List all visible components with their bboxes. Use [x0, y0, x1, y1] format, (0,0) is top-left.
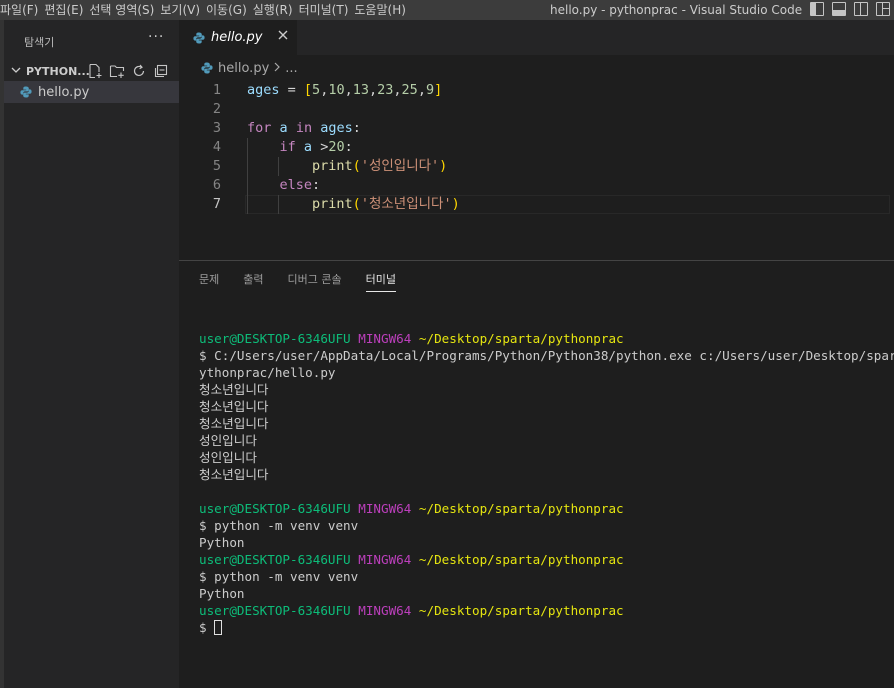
tab-terminal[interactable]: 터미널 [365, 271, 396, 292]
folder-actions [87, 63, 169, 79]
toggle-sidebar-icon[interactable] [810, 2, 824, 16]
terminal-output-line: 청소년입니다 [199, 399, 269, 414]
chevron-right-icon [273, 61, 281, 75]
code-line-7: 7 print('청소년입니다') [179, 195, 894, 214]
tab-output[interactable]: 출력 [243, 271, 263, 292]
menu-edit[interactable]: 편집(E) [44, 0, 89, 20]
python-file-icon [20, 86, 32, 98]
terminal-prompt: user@DESKTOP-6346UFU MINGW64 ~/Desktop/s… [199, 331, 624, 346]
file-item-hello-py[interactable]: hello.py [4, 81, 179, 103]
activity-bar-edge [0, 20, 4, 688]
terminal-command: $ python -m venv venv [199, 518, 359, 533]
terminal-output-line: 성인입니다 [199, 433, 257, 448]
code-line-3: 3 for a in ages: [179, 119, 894, 138]
editor-tab-bar: hello.py [179, 20, 894, 55]
breadcrumb-symbols[interactable]: ... [285, 61, 297, 76]
new-file-icon[interactable] [87, 63, 103, 79]
menu-view[interactable]: 보기(V) [160, 0, 206, 20]
line-number: 1 [212, 82, 221, 98]
terminal-output-line: 청소년입니다 [199, 382, 269, 397]
code-text: print('청소년입니다') [312, 196, 460, 212]
title-bar: 파일(F) 편집(E) 선택 영역(S) 보기(V) 이동(G) 실행(R) 터… [0, 0, 894, 20]
explorer-title: 탐색기 [24, 36, 55, 49]
breadcrumb: hello.py ... [179, 55, 894, 81]
close-icon[interactable] [277, 29, 289, 45]
menu-file[interactable]: 파일(F) [0, 0, 44, 20]
terminal-cursor [214, 620, 223, 635]
terminal-output-line: Python [199, 535, 245, 550]
layout-controls [810, 2, 890, 16]
terminal-command: $ C:/Users/user/AppData/Local/Programs/P… [199, 348, 894, 363]
menu-run[interactable]: 실행(R) [253, 0, 299, 20]
menu-go[interactable]: 이동(G) [206, 0, 253, 20]
terminal-prompt: user@DESKTOP-6346UFU MINGW64 ~/Desktop/s… [199, 552, 624, 567]
terminal-output-line: 성인입니다 [199, 450, 257, 465]
collapse-all-icon[interactable] [153, 63, 169, 79]
terminal-command: $ python -m venv venv [199, 569, 359, 584]
menu-bar: 파일(F) 편집(E) 선택 영역(S) 보기(V) 이동(G) 실행(R) 터… [0, 0, 412, 20]
toggle-panel-icon[interactable] [832, 2, 846, 16]
toggle-secondary-sidebar-icon[interactable] [854, 2, 868, 16]
code-text: ages = [5,10,13,23,25,9] [247, 82, 443, 98]
terminal-prompt: user@DESKTOP-6346UFU MINGW64 ~/Desktop/s… [199, 603, 624, 618]
line-number: 3 [212, 120, 221, 136]
line-number: 5 [212, 158, 221, 174]
menu-selection[interactable]: 선택 영역(S) [89, 0, 160, 20]
python-file-icon [193, 32, 205, 44]
tab-debug-console[interactable]: 디버그 콘솔 [288, 271, 342, 292]
line-number: 4 [212, 139, 221, 155]
code-text: if a >20: [279, 139, 353, 155]
terminal-output-line: 청소년입니다 [199, 416, 269, 431]
code-text: print('성인입니다') [312, 158, 448, 174]
folder-name: PYTHON... [26, 64, 90, 78]
terminal-output[interactable]: user@DESKTOP-6346UFU MINGW64 ~/Desktop/s… [199, 330, 894, 636]
terminal-blank [199, 483, 889, 500]
tab-label: hello.py [211, 30, 263, 45]
explorer-sidebar: 탐색기 ··· PYTHON... hello.py [0, 20, 179, 688]
line-number: 2 [212, 101, 221, 117]
code-line-4: 4 if a >20: [179, 138, 894, 157]
terminal-output-line: Python [199, 586, 245, 601]
code-line-6: 6 else: [179, 176, 894, 195]
python-file-icon [201, 62, 213, 74]
terminal-input-line[interactable]: $ [199, 619, 889, 636]
bottom-panel: 문제 출력 디버그 콘솔 터미널 user@DESKTOP-6346UFU MI… [179, 261, 894, 688]
tab-hello-py[interactable]: hello.py [179, 20, 297, 55]
chevron-down-icon [8, 65, 24, 78]
tab-problems[interactable]: 문제 [199, 271, 219, 292]
folder-header[interactable]: PYTHON... [4, 60, 179, 82]
code-line-1: 1 ages = [5,10,13,23,25,9] [179, 81, 894, 100]
more-actions-icon[interactable]: ··· [148, 29, 164, 45]
refresh-icon[interactable] [131, 63, 147, 79]
code-text: for a in ages: [247, 120, 361, 136]
menu-help[interactable]: 도움말(H) [354, 0, 412, 20]
file-label: hello.py [38, 84, 90, 100]
code-text: else: [279, 177, 321, 193]
new-folder-icon[interactable] [109, 63, 125, 79]
customize-layout-icon[interactable] [876, 2, 890, 16]
terminal-output-line: 청소년입니다 [199, 467, 269, 482]
line-number: 6 [212, 177, 221, 193]
menu-terminal[interactable]: 터미널(T) [299, 0, 355, 20]
terminal-prompt: user@DESKTOP-6346UFU MINGW64 ~/Desktop/s… [199, 501, 624, 516]
line-number: 7 [212, 196, 221, 212]
panel-tabs: 문제 출력 디버그 콘솔 터미널 [199, 271, 396, 292]
code-line-2: 2 [179, 100, 894, 119]
breadcrumb-file[interactable]: hello.py [218, 61, 269, 76]
terminal-command: ythonprac/hello.py [199, 365, 336, 380]
code-editor[interactable]: 1 ages = [5,10,13,23,25,9] 2 3 for a in … [179, 81, 894, 259]
window-title: hello.py - pythonprac - Visual Studio Co… [550, 3, 803, 17]
code-line-5: 5 print('성인입니다') [179, 157, 894, 176]
